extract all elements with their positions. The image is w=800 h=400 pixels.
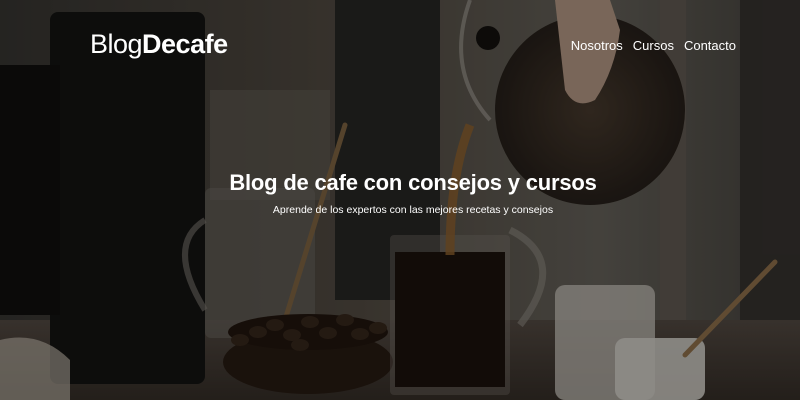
logo-text-bold: Decafe (142, 29, 228, 59)
site-logo[interactable]: BlogDecafe (90, 29, 228, 60)
nav-link-nosotros[interactable]: Nosotros (571, 38, 623, 53)
main-navigation: Nosotros Cursos Contacto (571, 38, 736, 53)
hero-subtitle: Aprende de los expertos con las mejores … (272, 204, 554, 216)
logo-text-light: Blog (90, 29, 143, 59)
site-header: BlogDecafe Nosotros Cursos Contacto (0, 0, 800, 92)
hero-title: Blog de cafe con consejos y cursos (229, 170, 597, 195)
hero-text: Blog de cafe con consejos y cursos Apren… (0, 170, 800, 227)
hero-section: BlogDecafe Nosotros Cursos Contacto Blog… (0, 0, 800, 400)
nav-link-cursos[interactable]: Cursos (633, 38, 674, 53)
nav-link-contacto[interactable]: Contacto (684, 38, 736, 53)
